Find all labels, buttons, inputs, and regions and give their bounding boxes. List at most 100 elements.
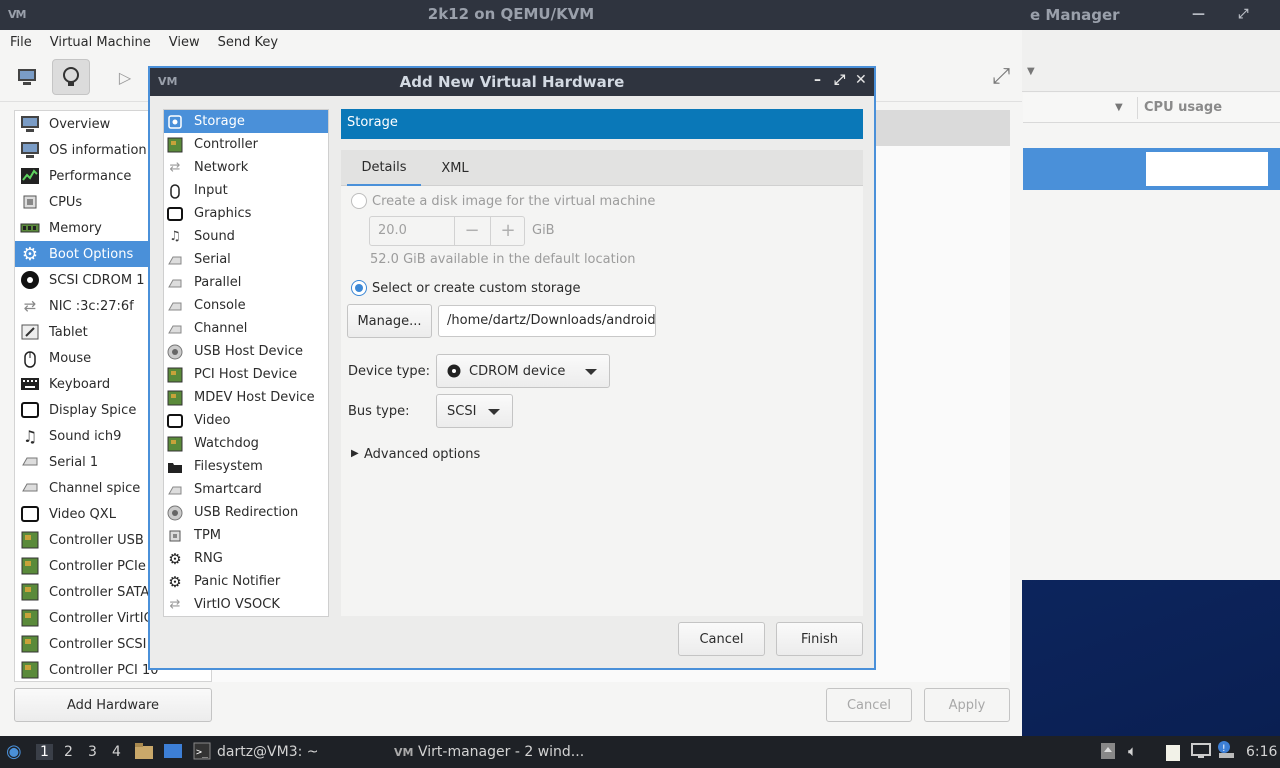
bus-type-label: Bus type:	[348, 404, 410, 419]
device-type-item[interactable]: Filesystem	[164, 455, 328, 478]
clipboard-icon[interactable]	[1164, 742, 1182, 766]
create-disk-radio[interactable]	[351, 193, 367, 209]
device-type-item[interactable]: Video	[164, 409, 328, 432]
sort-arrow-icon[interactable]: ▼	[1115, 102, 1123, 113]
device-type-item[interactable]: USB Redirection	[164, 501, 328, 524]
vmm-title: e Manager	[1030, 6, 1120, 24]
usb-icon	[166, 505, 184, 521]
workspace-4[interactable]: 4	[112, 744, 121, 760]
controller-icon	[19, 530, 41, 550]
device-type-item[interactable]: MDEV Host Device	[164, 386, 328, 409]
workspace-2[interactable]: 2	[64, 744, 73, 760]
menu-file[interactable]: File	[8, 35, 42, 50]
gear-icon: ⚙	[21, 243, 39, 265]
details-view-button[interactable]	[52, 59, 90, 95]
menu-view[interactable]: View	[167, 35, 210, 50]
increment-button[interactable]: +	[490, 217, 525, 245]
cancel-button[interactable]: Cancel	[678, 622, 765, 656]
disk-size-spinner[interactable]: 20.0 − +	[369, 216, 525, 246]
maximize-icon[interactable]: ⤢	[834, 72, 845, 88]
decrement-button[interactable]: −	[454, 217, 489, 245]
serial-icon	[19, 478, 41, 498]
expander-arrow-icon[interactable]: ▶	[351, 448, 359, 459]
maximize-icon[interactable]: ⤢	[1238, 7, 1248, 22]
performance-icon	[19, 166, 41, 186]
virt-manager-task-icon: VM	[394, 746, 414, 759]
notification-icon[interactable]: !	[1216, 740, 1236, 764]
storage-pane: Details XML Create a disk image for the …	[341, 150, 863, 616]
terminal-task[interactable]: dartz@VM3: ~	[217, 744, 319, 760]
play-button[interactable]: ▷	[106, 59, 144, 95]
cpu-icon	[166, 528, 184, 544]
vm-list-row-selected[interactable]	[1023, 148, 1280, 190]
controller-icon	[19, 608, 41, 628]
vm-titlebar: VM 2k12 on QEMU/KVM	[0, 0, 1022, 30]
pane-header: Storage	[341, 109, 863, 139]
fullscreen-icon[interactable]: ⤢	[992, 64, 1010, 89]
device-type-item[interactable]: PCI Host Device	[164, 363, 328, 386]
add-hardware-button[interactable]: Add Hardware	[14, 688, 212, 722]
minimize-icon[interactable]: —	[1192, 7, 1205, 22]
device-type-item[interactable]: ♫ Sound	[164, 225, 328, 248]
tab-bar: Details XML	[341, 150, 863, 186]
serial-icon	[166, 321, 184, 337]
minimize-icon[interactable]: –	[814, 72, 821, 88]
console-view-button[interactable]	[8, 59, 46, 95]
device-type-item[interactable]: Smartcard	[164, 478, 328, 501]
create-disk-label: Create a disk image for the virtual mach…	[372, 194, 656, 209]
virt-manager-task[interactable]: Virt-manager - 2 wind...	[418, 744, 584, 760]
menu-virtual-machine[interactable]: Virtual Machine	[48, 35, 161, 50]
device-type-item[interactable]: TPM	[164, 524, 328, 547]
device-type-item[interactable]: Parallel	[164, 271, 328, 294]
column-divider	[1137, 97, 1138, 119]
apply-button[interactable]: Apply	[924, 688, 1010, 722]
monitor-icon	[18, 69, 36, 85]
cdrom-icon	[19, 270, 41, 290]
files-icon[interactable]	[134, 742, 154, 764]
tab-xml[interactable]: XML	[425, 150, 485, 186]
device-type-item[interactable]: Serial	[164, 248, 328, 271]
cancel-button[interactable]: Cancel	[826, 688, 912, 722]
terminal-icon: >_	[193, 742, 211, 764]
menu-bar: File Virtual Machine View Send Key	[0, 30, 1022, 54]
network-status-icon[interactable]	[1191, 743, 1211, 763]
menu-send-key[interactable]: Send Key	[216, 35, 288, 50]
close-icon[interactable]: ✕	[855, 72, 867, 88]
device-type-item[interactable]: ⇄ Network	[164, 156, 328, 179]
finish-button[interactable]: Finish	[776, 622, 863, 656]
device-type-item[interactable]: Controller	[164, 133, 328, 156]
device-type-item[interactable]: ⚙ RNG	[164, 547, 328, 570]
device-type-dropdown[interactable]: CDROM device	[436, 354, 610, 388]
volume-icon[interactable]: 🔈︎	[1128, 742, 1137, 760]
chevron-down-icon[interactable]: ▼	[1027, 66, 1035, 77]
network-icon: ⇄	[23, 297, 37, 315]
device-type-item[interactable]: Graphics	[164, 202, 328, 225]
storage-icon	[166, 114, 184, 130]
eject-icon[interactable]	[1100, 742, 1116, 764]
display-icon	[19, 400, 41, 420]
advanced-options-expander[interactable]: Advanced options	[364, 447, 480, 462]
device-type-item-selected[interactable]: Storage	[164, 110, 328, 133]
sound-icon: ♫	[22, 426, 38, 446]
tab-details[interactable]: Details	[347, 150, 421, 186]
cpu-usage-column-header[interactable]: CPU usage	[1144, 100, 1222, 115]
manage-button[interactable]: Manage...	[347, 304, 432, 338]
desktop-icon[interactable]	[163, 743, 183, 763]
cdrom-icon	[447, 364, 461, 378]
device-type-item[interactable]: Console	[164, 294, 328, 317]
device-type-item[interactable]: ⇄ VirtIO VSOCK	[164, 593, 328, 616]
bus-type-dropdown[interactable]: SCSI	[436, 394, 513, 428]
workspace-3[interactable]: 3	[88, 744, 97, 760]
device-type-item[interactable]: Input	[164, 179, 328, 202]
device-type-item[interactable]: Channel	[164, 317, 328, 340]
network-icon: ⇄	[169, 597, 181, 612]
start-menu-icon[interactable]: ◉	[6, 741, 22, 762]
custom-storage-radio[interactable]	[351, 280, 367, 296]
cpu-usage-graph	[1145, 151, 1269, 187]
device-type-item[interactable]: Watchdog	[164, 432, 328, 455]
display-icon	[166, 206, 184, 222]
device-type-item[interactable]: ⚙ Panic Notifier	[164, 570, 328, 593]
device-type-item[interactable]: USB Host Device	[164, 340, 328, 363]
workspace-1[interactable]: 1	[36, 744, 53, 760]
storage-path-input[interactable]: /home/dartz/Downloads/android	[438, 305, 656, 337]
